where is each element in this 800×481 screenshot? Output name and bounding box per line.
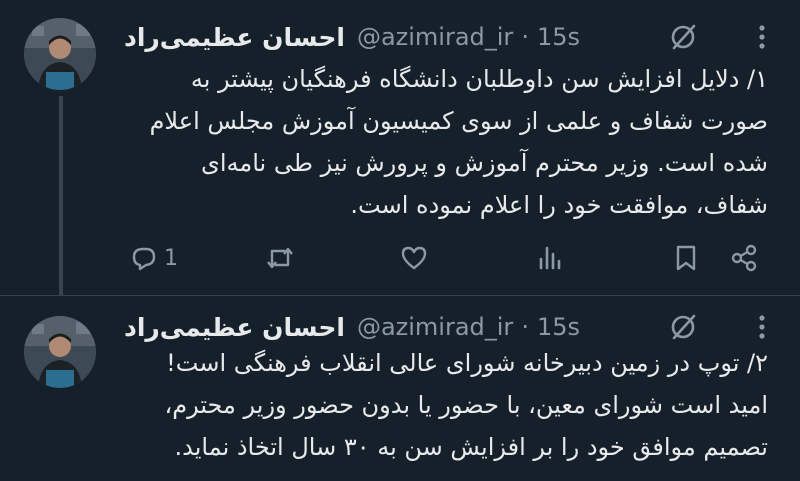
more-icon[interactable] [748,22,776,52]
reply-icon [132,247,156,271]
tweet-text: ۱/ دلایل افزایش سن داوطلبان دانشگاه فرهن… [149,65,768,219]
author-handle[interactable]: @azimirad_ir [357,313,513,341]
more-icon[interactable] [748,312,776,342]
thread-line [59,96,63,296]
avatar[interactable] [24,18,96,90]
reply-count: 1 [164,245,178,271]
retweet-button[interactable] [264,238,296,278]
avatar[interactable] [24,316,96,388]
views-button[interactable] [534,238,566,278]
avatar-image [24,18,96,90]
reply-button[interactable]: 1 [128,238,178,278]
bookmark-button[interactable] [670,238,702,278]
grok-icon[interactable] [668,312,698,342]
tweet-1[interactable]: احسان عظیمی‌راد @azimirad_ir · 15s ۱/ دل… [0,0,800,296]
tweet-header: احسان عظیمی‌راد @azimirad_ir · 15s [124,20,758,54]
separator-dot: · [521,313,529,341]
share-icon [731,244,757,272]
like-icon [401,246,427,270]
tweet-text: ۲/ توپ در زمین دبیرخانه شورای عالی انقلا… [164,349,768,461]
share-button[interactable] [728,238,760,278]
tweet-header: احسان عظیمی‌راد @azimirad_ir · 15s [124,310,758,344]
tweet-2[interactable]: احسان عظیمی‌راد @azimirad_ir · 15s ۲/ تو… [0,296,800,481]
author-name[interactable]: احسان عظیمی‌راد [124,313,345,342]
timestamp[interactable]: 15s [537,23,580,51]
views-icon [539,246,561,270]
bookmark-icon [676,245,696,271]
grok-icon[interactable] [668,22,698,52]
action-bar: 1 [124,238,776,278]
retweet-icon [267,247,293,269]
author-name[interactable]: احسان عظیمی‌راد [124,23,345,52]
timestamp[interactable]: 15s [537,313,580,341]
author-handle[interactable]: @azimirad_ir [357,23,513,51]
like-button[interactable] [398,238,430,278]
separator-dot: · [521,23,529,51]
avatar-image [24,316,96,388]
